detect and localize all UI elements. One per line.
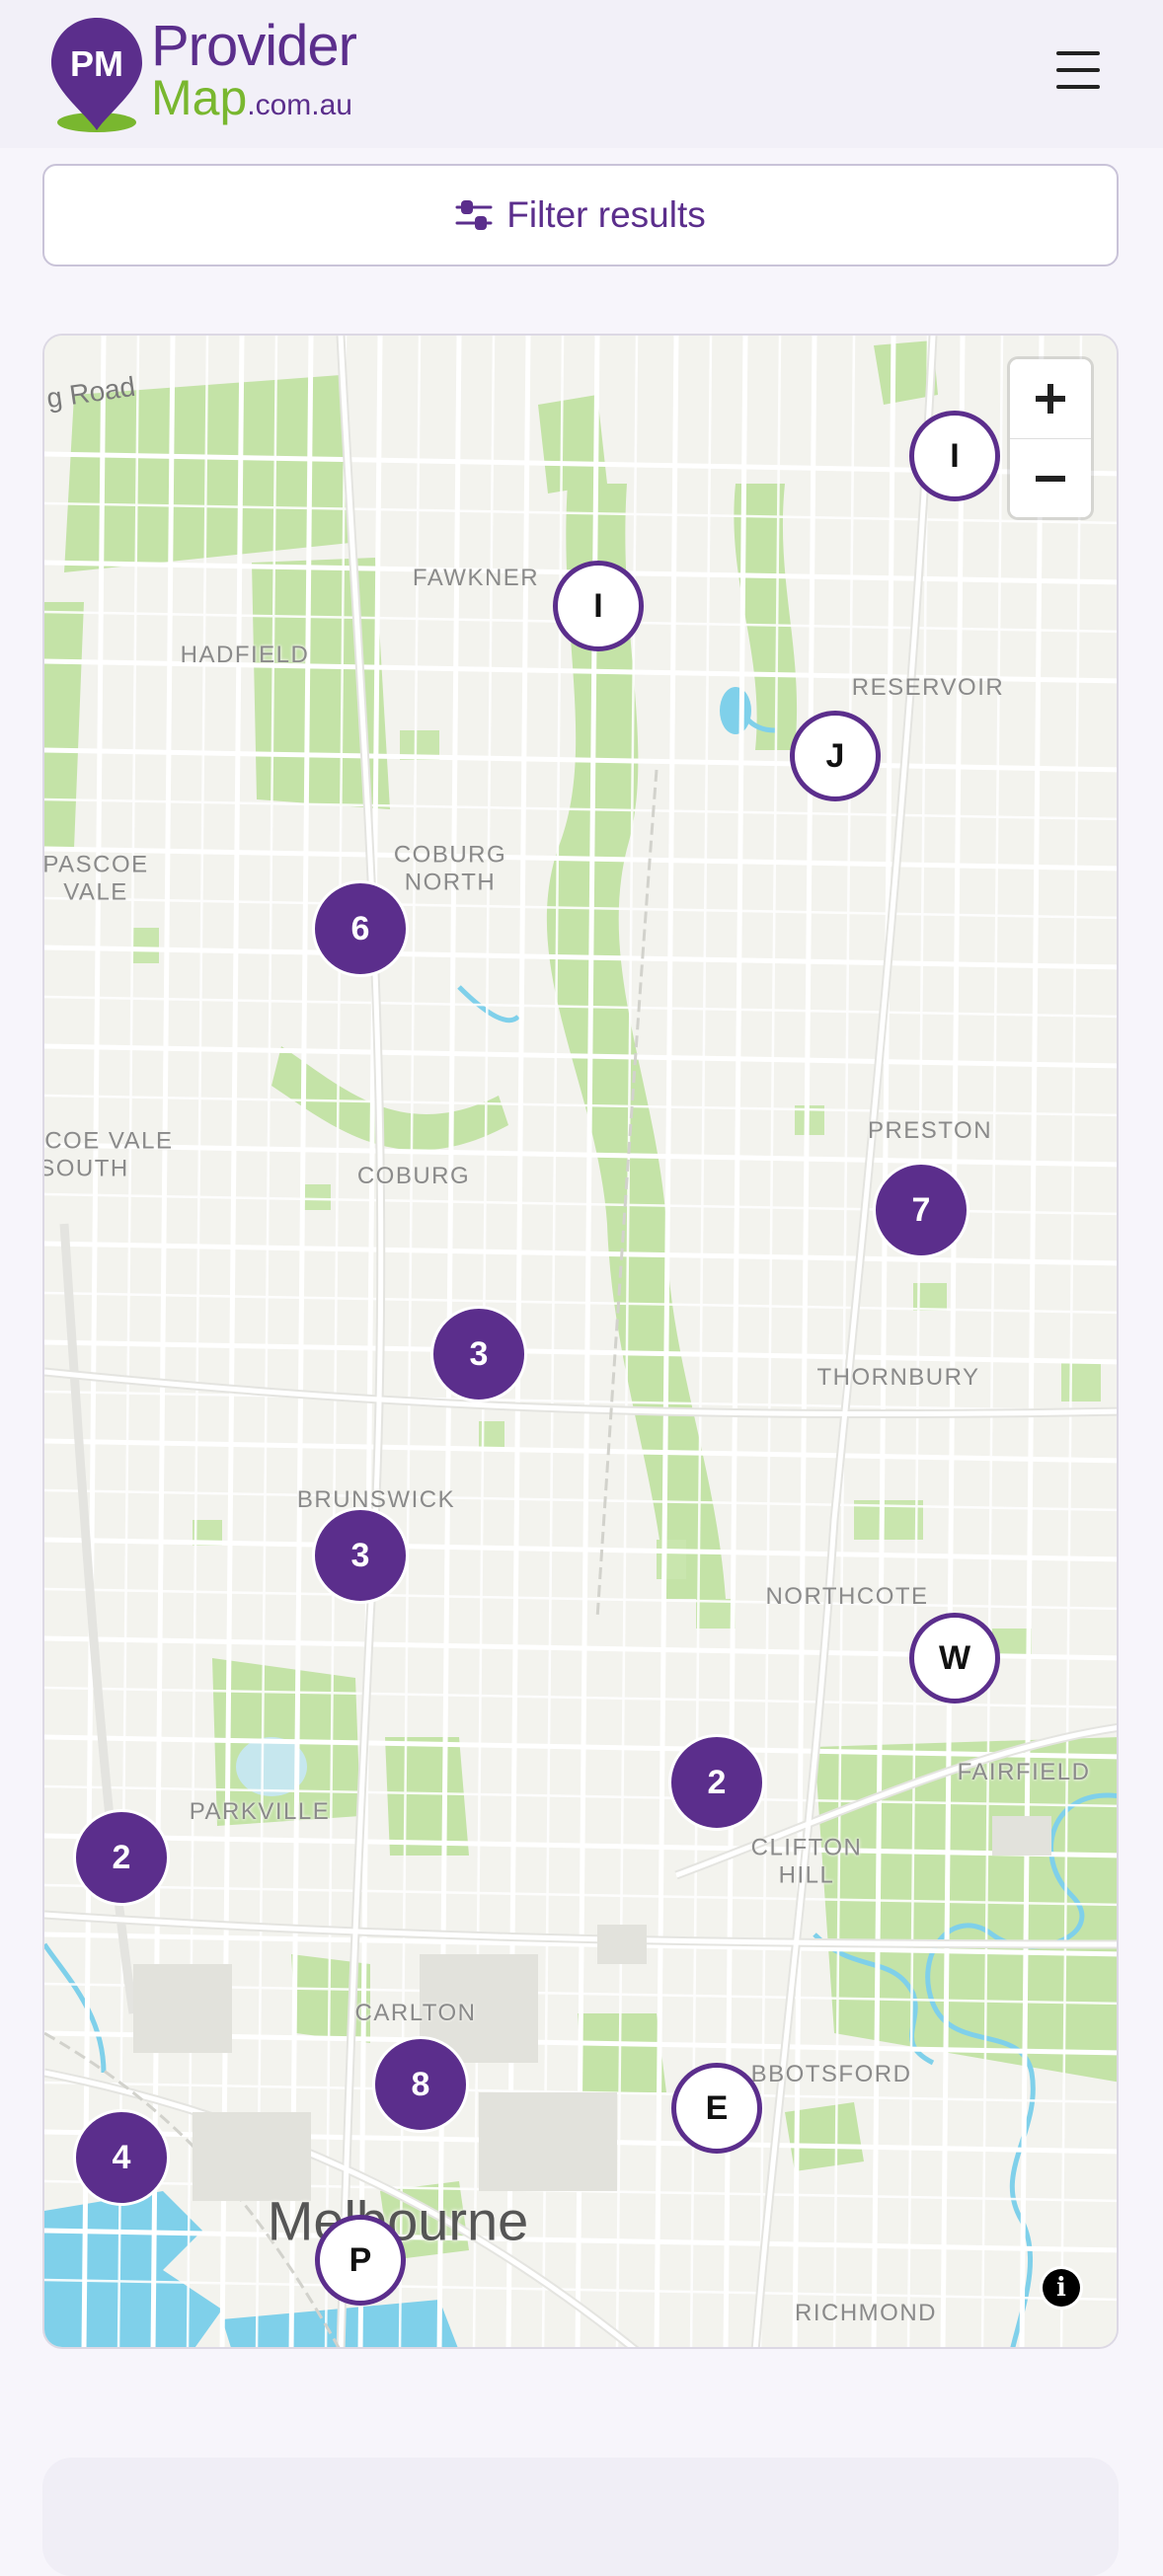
menu-line bbox=[1056, 68, 1100, 72]
suburb-label-thornbury: Thornbury bbox=[816, 1364, 980, 1392]
map-cluster-marker[interactable]: 7 bbox=[873, 1162, 969, 1258]
filter-results-label: Filter results bbox=[506, 194, 706, 235]
map-marker-pin[interactable]: I bbox=[553, 561, 644, 651]
suburb-label-preston: Preston bbox=[867, 1117, 993, 1145]
suburb-label-parkville: Parkville bbox=[189, 1798, 331, 1826]
info-icon: i bbox=[1043, 2269, 1080, 2307]
map-cluster-marker[interactable]: 6 bbox=[312, 880, 409, 977]
plus-icon bbox=[1036, 384, 1065, 414]
bottom-card bbox=[42, 2458, 1119, 2576]
zoom-out-button[interactable] bbox=[1010, 439, 1091, 517]
map-marker-pin[interactable]: I bbox=[909, 411, 1000, 501]
suburb-label-coburg: Coburg bbox=[356, 1163, 471, 1190]
hamburger-menu-icon[interactable] bbox=[1056, 51, 1100, 89]
zoom-control bbox=[1010, 359, 1091, 517]
logo-map-word: Map bbox=[151, 70, 248, 125]
zoom-in-button[interactable] bbox=[1010, 359, 1091, 438]
suburb-label-pascoe-vale: Pascoe Vale bbox=[42, 851, 150, 905]
suburb-label-coburg-north: Coburg North bbox=[391, 841, 509, 895]
map-marker-pin[interactable]: E bbox=[671, 2063, 762, 2154]
menu-line bbox=[1056, 51, 1100, 55]
top-navigation-bar: PM Provider Map.com.au bbox=[0, 0, 1163, 148]
map-marker-pin[interactable]: J bbox=[790, 711, 881, 801]
suburb-label-northcote: Northcote bbox=[765, 1583, 929, 1611]
map-attribution-info-button[interactable]: i bbox=[1040, 2266, 1083, 2310]
logo-initials: PM bbox=[70, 43, 123, 84]
logo-provider-text: Provider bbox=[151, 14, 357, 78]
sliders-icon bbox=[455, 200, 493, 230]
suburb-label-abbotsford: bbotsford bbox=[750, 2061, 912, 2088]
suburb-label-fawkner: Fawkner bbox=[412, 565, 540, 592]
suburb-label-carlton: Carlton bbox=[354, 2000, 477, 2027]
provider-map-logo[interactable]: PM Provider Map.com.au bbox=[47, 14, 357, 134]
suburb-label-pascoe-vale-south-text: Pascoe Vale South bbox=[42, 1127, 174, 1181]
suburb-label-fairfield: Fairfield bbox=[957, 1759, 1091, 1786]
filter-results-button[interactable]: Filter results bbox=[42, 164, 1119, 266]
suburb-label-pascoe-vale-south: Pascoe Vale South bbox=[42, 1127, 183, 1181]
suburb-label-richmond: Richmond bbox=[795, 2300, 937, 2327]
map-cluster-marker[interactable]: 2 bbox=[73, 1809, 170, 1906]
map-cluster-marker[interactable]: 8 bbox=[372, 2036, 469, 2133]
map-marker-pin[interactable]: P bbox=[315, 2215, 406, 2306]
logo-map-text: Map.com.au bbox=[151, 73, 356, 122]
map-cluster-marker[interactable]: 3 bbox=[312, 1507, 409, 1604]
map-cluster-marker[interactable]: 2 bbox=[668, 1734, 765, 1831]
provider-map[interactable]: g Road Fawkner Hadfield Reservoir Coburg… bbox=[42, 334, 1119, 2349]
menu-line bbox=[1056, 85, 1100, 89]
suburb-label-reservoir: Reservoir bbox=[851, 674, 1005, 702]
logo-domain-text: .com.au bbox=[247, 89, 352, 121]
suburb-label-pascoe-vale-text: Pascoe Vale bbox=[42, 851, 149, 905]
suburb-label-clifton-hill-text: Clifton Hill bbox=[750, 1834, 863, 1888]
map-marker-pin[interactable]: W bbox=[909, 1613, 1000, 1704]
suburb-label-hadfield: Hadfield bbox=[180, 642, 310, 669]
suburb-label-coburg-north-text: Coburg North bbox=[393, 841, 507, 895]
suburb-label-clifton-hill: Clifton Hill bbox=[747, 1834, 866, 1888]
minus-icon bbox=[1036, 476, 1065, 482]
map-pin-logo-icon: PM bbox=[51, 18, 142, 132]
map-cluster-marker[interactable]: 4 bbox=[73, 2109, 170, 2206]
map-cluster-marker[interactable]: 3 bbox=[430, 1306, 527, 1402]
